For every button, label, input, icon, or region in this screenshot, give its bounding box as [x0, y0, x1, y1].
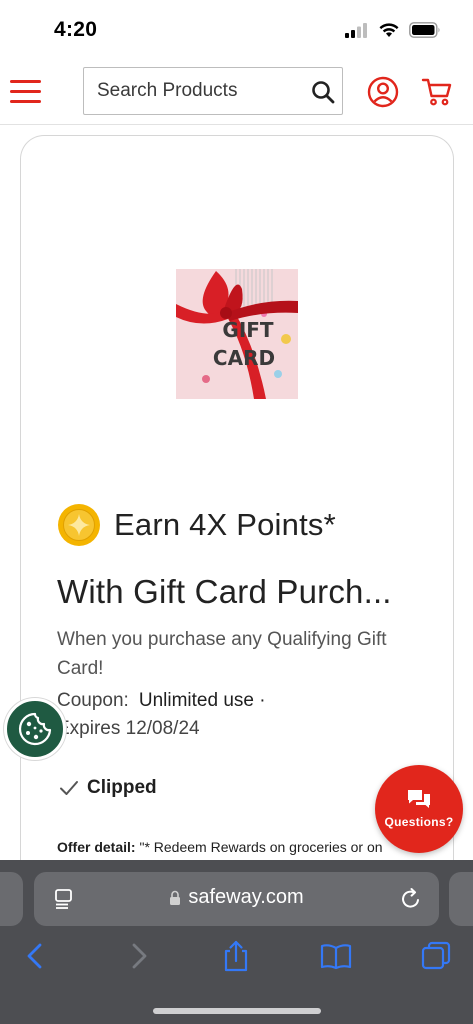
browser-bottom-bar: safeway.com [0, 860, 473, 1024]
status-time: 4:20 [54, 18, 98, 41]
signal-icon [345, 22, 367, 38]
share-icon[interactable] [220, 940, 252, 972]
next-tab-preview[interactable] [449, 872, 473, 926]
gift-card-image: GIFT CARD [176, 269, 298, 399]
tabs-icon[interactable] [420, 940, 452, 972]
back-icon[interactable] [20, 940, 52, 972]
cart-icon[interactable] [421, 76, 453, 108]
offer-detail: Offer detail: "* Redeem Rewards on groce… [57, 839, 383, 855]
bookmarks-icon[interactable] [320, 940, 352, 972]
coupon-info: Coupon: Unlimited use · [57, 686, 266, 715]
address-bar[interactable]: safeway.com [34, 872, 439, 926]
menu-icon-bar [10, 99, 41, 103]
chat-icon [408, 790, 430, 808]
coin-icon [58, 504, 100, 546]
wifi-icon [379, 23, 399, 37]
coupon-label: Coupon: [57, 690, 129, 711]
clipped-label: Clipped [87, 777, 157, 798]
menu-icon-bar [10, 79, 41, 83]
battery-icon [409, 22, 440, 38]
gift-logo-line1: GIFT [222, 318, 274, 342]
menu-button[interactable] [10, 74, 44, 108]
status-bar: 4:20 [0, 0, 473, 60]
coupon-value: Unlimited use · [138, 690, 266, 711]
previous-tab-preview[interactable] [0, 872, 23, 926]
home-indicator [153, 1008, 321, 1014]
gift-logo-line2: CARD [213, 346, 275, 370]
check-icon [60, 781, 78, 795]
search-box [83, 67, 343, 115]
status-icons [345, 22, 441, 38]
cookie-icon [18, 712, 52, 746]
cookie-preferences-button[interactable] [4, 698, 66, 760]
url-display: safeway.com [34, 886, 439, 909]
offer-detail-text: "* Redeem Rewards on groceries or on [135, 839, 383, 855]
offer-title[interactable]: With Gift Card Purch... [57, 573, 392, 611]
url-text: safeway.com [188, 886, 304, 908]
forward-icon[interactable] [122, 940, 154, 972]
offer-description: When you purchase any Qualifying Gift Ca… [57, 629, 387, 679]
search-input[interactable] [97, 78, 302, 104]
offer-detail-label: Offer detail: [57, 839, 136, 855]
earn-points-label: Earn 4X Points* [114, 507, 336, 542]
lock-icon [170, 890, 181, 905]
search-icon[interactable] [310, 79, 336, 105]
questions-label: Questions? [384, 815, 454, 829]
menu-icon-bar [10, 89, 41, 93]
account-icon[interactable] [367, 76, 399, 108]
reload-icon[interactable] [399, 887, 423, 911]
earn-points-row: Earn 4X Points* [57, 503, 336, 547]
browser-toolbar [0, 938, 473, 978]
expiration-date: Expires 12/08/24 [57, 718, 200, 739]
questions-chat-button[interactable]: Questions? [375, 765, 463, 853]
clipped-status: Clipped [59, 777, 157, 799]
site-header [0, 60, 473, 125]
